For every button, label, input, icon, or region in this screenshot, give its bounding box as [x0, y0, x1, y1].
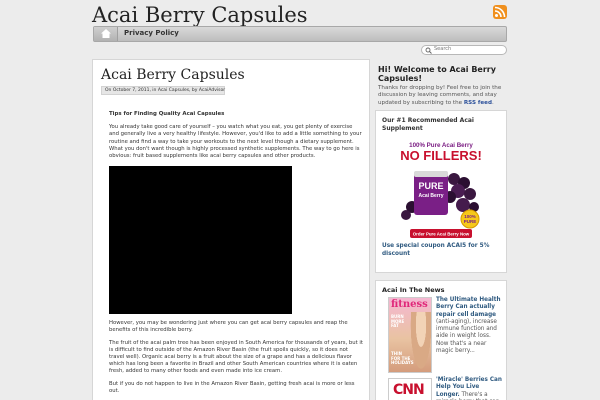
fitness-cover-text: THIN FOR THE HOLIDAYS [391, 351, 414, 365]
post-content: Acai Berry Capsules On October 7, 2011, … [92, 59, 370, 400]
fitness-magazine-image[interactable]: fitness BURN MORE FAT THIN FOR THE HOLID… [388, 297, 432, 373]
welcome-widget: Hi! Welcome to Acai Berry Capsules! Than… [378, 65, 510, 107]
recommended-widget: Our #1 Recommended Acai Supplement 100% … [375, 110, 507, 273]
post-body: Tips for Finding Quality Acai Capsules Y… [109, 111, 363, 400]
cnn-logo[interactable]: CNN [388, 378, 432, 400]
ad-brand: PURE [418, 181, 443, 191]
post-paragraph: But if you do not happen to live in the … [109, 380, 355, 394]
news-item-text: (anti-aging), increase immune function a… [436, 318, 497, 355]
post-title[interactable]: Acai Berry Capsules [101, 67, 245, 83]
news-item-title[interactable]: The Ultimate Health Berry Can actually r… [436, 297, 501, 318]
search-input[interactable]: Search [421, 45, 507, 55]
rss-icon[interactable] [493, 5, 507, 19]
post-paragraph: However, you may be wondering just where… [109, 320, 348, 334]
fitness-cover-text: BURN MORE FAT [391, 314, 405, 328]
fitness-logo: fitness [391, 299, 428, 310]
ad-button: Order Pure Acai Berry Now [413, 232, 470, 237]
ad-line-2: NO FILLERS! [400, 148, 482, 163]
ad-product: Acai Berry [418, 193, 443, 199]
home-icon [101, 29, 111, 38]
main-navigation: Privacy Policy [93, 26, 507, 42]
ad-badge-2: PURE [464, 219, 477, 224]
rss-feed-link[interactable]: RSS feed [464, 100, 492, 106]
recommended-heading: Our #1 Recommended Acai Supplement [382, 117, 474, 132]
acai-supplement-ad[interactable]: 100% Pure Acai Berry NO FILLERS! PURE Ac… [398, 139, 484, 239]
welcome-text: Thanks for dropping by! Feel free to joi… [378, 85, 510, 107]
home-button[interactable] [94, 27, 118, 41]
search-placeholder: Search [434, 46, 452, 52]
news-heading: Acai In The News [382, 286, 445, 294]
welcome-text-end: . [491, 99, 494, 106]
news-item: 'Miracle' Berries Can Help You Live Long… [436, 377, 504, 400]
welcome-title: Hi! Welcome to Acai Berry Capsules! [378, 65, 496, 83]
post-heading: Tips for Finding Quality Acai Capsules [109, 111, 225, 117]
video-player[interactable] [109, 166, 292, 315]
news-widget: Acai In The News fitness BURN MORE FAT T… [375, 280, 507, 400]
site-title[interactable]: Acai Berry Capsules [92, 3, 308, 27]
post-meta: On October 7, 2011, in Acai Capsules, by… [101, 86, 225, 95]
post-paragraph: You already take good care of yourself –… [109, 124, 362, 160]
news-item: The Ultimate Health Berry Can actually r… [436, 297, 504, 355]
post-paragraph: The fruit of the acai palm tree has been… [109, 339, 363, 375]
cnn-logo-text: CNN [393, 382, 425, 398]
search-icon [425, 47, 432, 54]
nav-item-privacy-policy[interactable]: Privacy Policy [124, 29, 179, 37]
coupon-text[interactable]: Use special coupon ACAI5 for 5% discount [382, 243, 504, 258]
